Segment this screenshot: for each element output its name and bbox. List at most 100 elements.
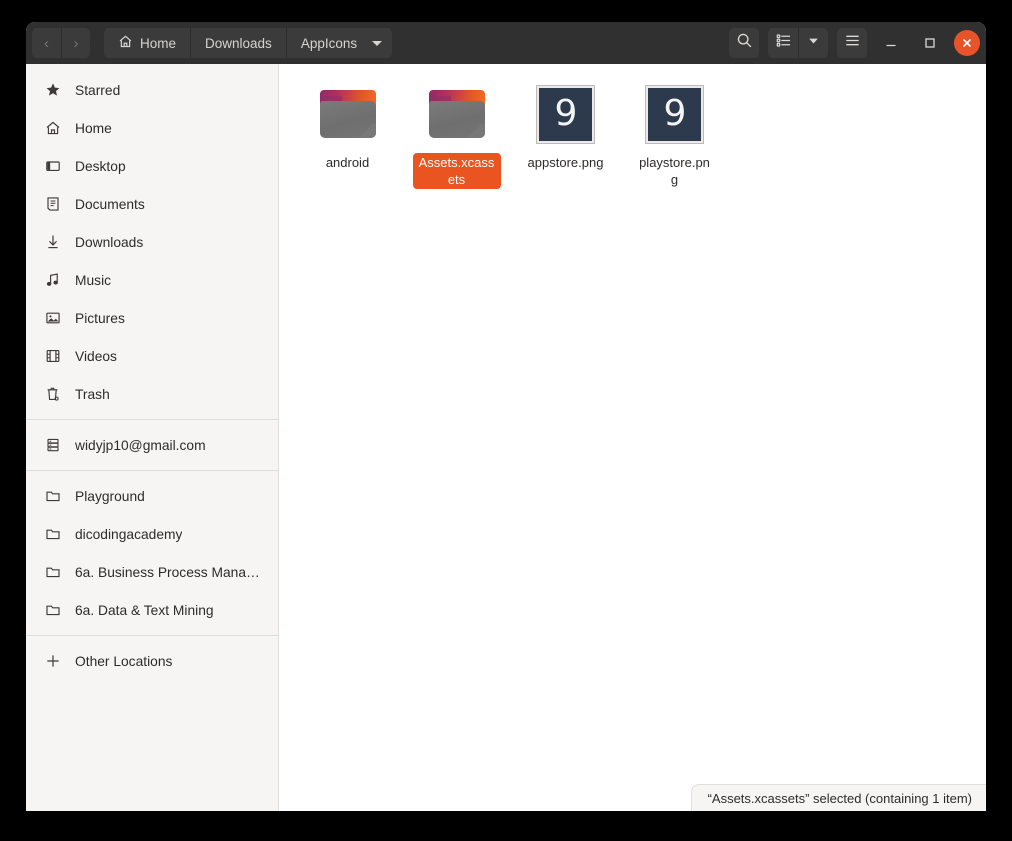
sidebar-item-label: 6a. Data & Text Mining: [75, 602, 214, 618]
sidebar-item-playground[interactable]: Playground: [26, 477, 278, 515]
breadcrumb: Home Downloads AppIcons: [104, 28, 393, 58]
sidebar-item-videos[interactable]: Videos: [26, 337, 278, 375]
sidebar-item-data-text-mining[interactable]: 6a. Data & Text Mining: [26, 591, 278, 629]
star-icon: [44, 82, 61, 99]
sidebar-item-account[interactable]: widyjp10@gmail.com: [26, 426, 278, 464]
folder-icon: [319, 90, 377, 138]
breadcrumb-item-appicons[interactable]: AppIcons: [285, 28, 392, 58]
breadcrumb-label: Downloads: [205, 35, 272, 51]
file-item-android[interactable]: android: [293, 76, 402, 189]
sidebar-item-label: Starred: [75, 82, 121, 98]
minimize-button[interactable]: [876, 28, 906, 58]
sidebar: Starred Home Desktop Documents Downloads…: [26, 64, 279, 811]
sidebar-item-label: Downloads: [75, 234, 144, 250]
sidebar-item-label: Home: [75, 120, 112, 136]
image-preview-glyph: 9: [554, 93, 578, 134]
folder-icon: [44, 526, 61, 543]
file-thumbnail: 9: [643, 82, 707, 146]
search-button[interactable]: [729, 28, 759, 58]
sidebar-separator: [26, 470, 278, 471]
chevron-down-icon[interactable]: [372, 40, 383, 46]
server-icon: [44, 437, 61, 454]
sidebar-item-business-process-management[interactable]: 6a. Business Process Mana…: [26, 553, 278, 591]
main-menu-button[interactable]: [837, 28, 867, 58]
image-preview-icon: 9: [646, 85, 703, 143]
file-label: Assets.xcassets: [412, 153, 501, 189]
music-note-icon: [44, 272, 61, 289]
sidebar-item-label: dicodingacademy: [75, 526, 183, 542]
search-icon: [736, 32, 753, 54]
breadcrumb-label: Home: [140, 35, 177, 51]
picture-icon: [44, 310, 61, 327]
file-list-view[interactable]: android Assets.xcassets 9 appstore.png 9…: [279, 64, 986, 811]
sidebar-item-home[interactable]: Home: [26, 109, 278, 147]
file-item-appstore-png[interactable]: 9 appstore.png: [511, 76, 620, 189]
desktop-icon: [44, 158, 61, 175]
sidebar-item-desktop[interactable]: Desktop: [26, 147, 278, 185]
file-label: android: [325, 155, 370, 170]
sidebar-item-label: Documents: [75, 196, 145, 212]
breadcrumb-item-home[interactable]: Home: [104, 28, 190, 58]
sidebar-item-other-locations[interactable]: Other Locations: [26, 642, 278, 680]
image-preview-icon: 9: [537, 85, 594, 143]
folder-icon: [44, 602, 61, 619]
home-icon: [118, 34, 133, 52]
navigation-button-group: ‹ ›: [32, 28, 90, 58]
breadcrumb-item-downloads[interactable]: Downloads: [190, 28, 286, 58]
sidebar-item-label: Music: [75, 272, 112, 288]
back-chevron-icon: ‹: [44, 34, 49, 52]
maximize-button[interactable]: [915, 28, 945, 58]
close-button[interactable]: [954, 30, 980, 56]
folder-icon: [44, 564, 61, 581]
file-item-playstore-png[interactable]: 9 playstore.png: [620, 76, 729, 189]
sidebar-item-dicodingacademy[interactable]: dicodingacademy: [26, 515, 278, 553]
file-thumbnail: [316, 82, 380, 146]
file-thumbnail: [425, 82, 489, 146]
forward-button[interactable]: ›: [61, 28, 90, 58]
view-controls-group: [768, 28, 828, 58]
close-icon: [963, 39, 971, 47]
video-icon: [44, 348, 61, 365]
maximize-icon: [925, 38, 935, 48]
view-options-chevron-icon: [807, 34, 820, 52]
sidebar-item-trash[interactable]: Trash: [26, 375, 278, 413]
file-item-assets-xcassets[interactable]: Assets.xcassets: [402, 76, 511, 189]
sidebar-item-starred[interactable]: Starred: [26, 71, 278, 109]
hamburger-menu-icon: [844, 32, 861, 54]
sidebar-item-music[interactable]: Music: [26, 261, 278, 299]
sidebar-separator: [26, 419, 278, 420]
status-bar: “Assets.xcassets” selected (containing 1…: [690, 784, 986, 811]
home-icon: [44, 120, 61, 137]
download-icon: [44, 234, 61, 251]
sidebar-item-label: 6a. Business Process Mana…: [75, 564, 260, 580]
view-list-button[interactable]: [768, 28, 798, 58]
view-list-icon: [775, 32, 792, 54]
sidebar-item-label: widyjp10@gmail.com: [75, 437, 206, 453]
window-body: Starred Home Desktop Documents Downloads…: [26, 64, 986, 811]
back-button[interactable]: ‹: [32, 28, 61, 58]
sidebar-item-label: Desktop: [75, 158, 126, 174]
header-bar: ‹ › Home Downloads AppIcons: [26, 22, 986, 64]
breadcrumb-label: AppIcons: [300, 35, 358, 51]
sidebar-item-label: Videos: [75, 348, 117, 364]
sidebar-item-documents[interactable]: Documents: [26, 185, 278, 223]
icon-grid: android Assets.xcassets 9 appstore.png 9…: [279, 64, 986, 189]
sidebar-item-pictures[interactable]: Pictures: [26, 299, 278, 337]
sidebar-separator: [26, 635, 278, 636]
folder-icon: [44, 488, 61, 505]
file-label: appstore.png: [527, 155, 604, 170]
sidebar-item-downloads[interactable]: Downloads: [26, 223, 278, 261]
folder-icon: [428, 90, 486, 138]
plus-icon: [44, 653, 61, 670]
file-thumbnail: 9: [534, 82, 598, 146]
file-manager-window: ‹ › Home Downloads AppIcons Starred Home…: [26, 22, 986, 811]
view-options-button[interactable]: [798, 28, 828, 58]
trash-icon: [44, 386, 61, 403]
sidebar-item-label: Playground: [75, 488, 145, 504]
file-label: playstore.png: [639, 155, 710, 187]
documents-icon: [44, 196, 61, 213]
header-right-controls: [729, 28, 980, 58]
forward-chevron-icon: ›: [73, 34, 79, 52]
sidebar-item-label: Trash: [75, 386, 110, 402]
sidebar-item-label: Other Locations: [75, 653, 173, 669]
